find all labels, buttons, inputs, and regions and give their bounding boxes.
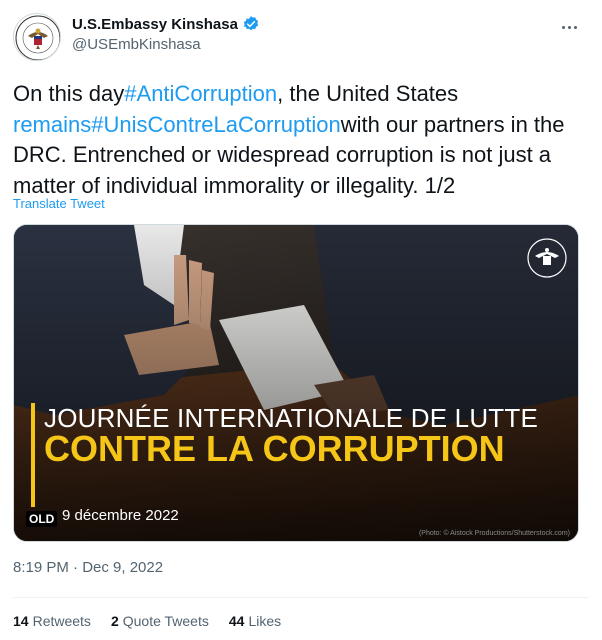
tweet-timestamp[interactable]: 8:19 PM · Dec 9, 2022 [13,559,163,576]
display-name[interactable]: U.S.Embassy Kinshasa [72,16,238,33]
tweet-header: U.S.Embassy Kinshasa @USEmbKinshasa [13,13,589,63]
stat-label: Quote Tweets [122,613,209,629]
quote-tweets-stat[interactable]: 2 Quote Tweets [111,613,209,629]
handle[interactable]: @USEmbKinshasa [72,36,260,53]
translate-tweet-link[interactable]: Translate Tweet [13,196,105,211]
media-photo [14,225,578,541]
media-date: 9 décembre 2022 [62,507,179,524]
alt-badge[interactable]: OLD [26,511,58,527]
likes-stat[interactable]: 44 Likes [229,613,281,629]
hashtag-link[interactable]: remains#UnisContreLaCorruption [13,112,341,137]
embassy-seal-icon [15,15,60,60]
hashtag-link[interactable]: #AntiCorruption [124,81,277,106]
tweet-text-part: On this day [13,81,125,106]
tweet-stats: 14 Retweets 2 Quote Tweets 44 Likes [13,613,281,629]
tweet-text-part: , the United States [277,81,459,106]
tweet-media-image[interactable]: JOURNÉE INTERNATIONALE DE LUTTE CONTRE L… [13,224,579,542]
stat-count: 2 [110,613,119,629]
avatar[interactable] [13,13,61,61]
media-headline-line2: CONTRE LA CORRUPTION [44,428,505,469]
stat-count: 14 [13,613,29,629]
stat-count: 44 [228,613,245,629]
divider [13,597,589,598]
tweet-text: On this day#AntiCorruption, the United S… [13,79,589,201]
accent-bar [31,403,35,507]
photo-credit: (Photo: © Aistock Productions/Shuttersto… [418,530,570,537]
stat-label: Retweets [32,613,91,629]
verified-badge-icon [243,16,259,31]
more-options-icon[interactable] [557,17,581,37]
retweets-stat[interactable]: 14 Retweets [13,613,91,629]
stat-label: Likes [248,613,282,629]
embassy-seal-icon [527,238,567,278]
